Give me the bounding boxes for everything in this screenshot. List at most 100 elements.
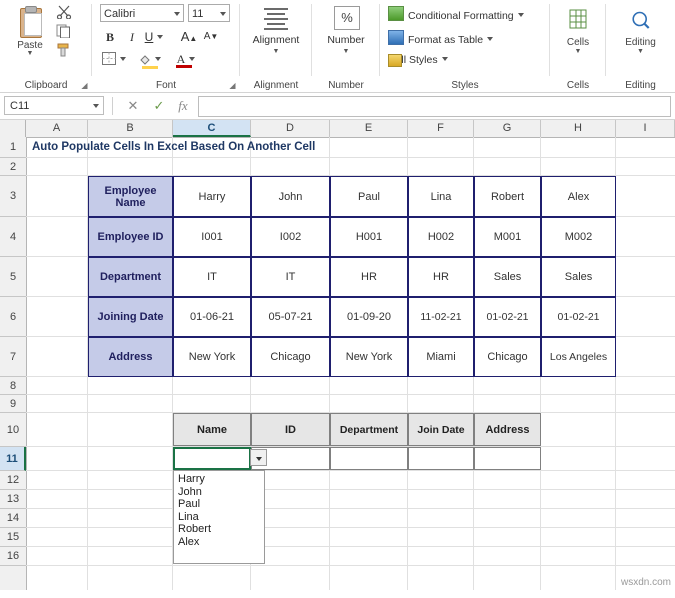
chevron-down-icon[interactable]: [517, 13, 524, 17]
column-header-F[interactable]: F: [408, 120, 474, 137]
paste-dropdown-caret[interactable]: ▼: [8, 50, 52, 57]
select-all-corner[interactable]: [0, 120, 26, 137]
dropdown-list[interactable]: Harry John Paul Lina Robert Alex: [173, 470, 265, 564]
chevron-down-icon[interactable]: [189, 57, 196, 61]
row-header-8[interactable]: 8: [0, 377, 26, 395]
formula-input[interactable]: [198, 96, 671, 117]
table1-cell-department-2[interactable]: IT: [251, 257, 330, 297]
row-header-12[interactable]: 12: [0, 471, 26, 490]
cell-styles-button[interactable]: Cell Styles: [388, 54, 448, 67]
alignment-dropdown-caret[interactable]: ▼: [240, 48, 312, 55]
row-header-7[interactable]: 7: [0, 337, 26, 377]
column-header-E[interactable]: E: [330, 120, 408, 137]
table1-cell-address-3[interactable]: New York: [330, 337, 408, 377]
percent-icon[interactable]: %: [334, 6, 360, 30]
font-dialog-launcher[interactable]: ◢: [228, 81, 237, 90]
cut-icon[interactable]: [56, 5, 72, 19]
chevron-down-icon[interactable]: [441, 57, 448, 61]
row-header-15[interactable]: 15: [0, 528, 26, 547]
grow-font-button[interactable]: A▲: [180, 28, 198, 48]
column-header-B[interactable]: B: [88, 120, 173, 137]
italic-button[interactable]: I: [122, 28, 142, 46]
borders-button[interactable]: [100, 50, 128, 68]
dropdown-item-2[interactable]: Paul: [178, 498, 264, 511]
table1-cell-joining-date-3[interactable]: 01-09-20: [330, 297, 408, 337]
chevron-down-icon[interactable]: [157, 35, 164, 39]
row-header-16[interactable]: 16: [0, 547, 26, 566]
table1-cell-joining-date-4[interactable]: 11-02-21: [408, 297, 474, 337]
insert-function-icon[interactable]: fx: [172, 97, 194, 115]
row-header-2[interactable]: 2: [0, 158, 26, 176]
font-color-button[interactable]: A: [172, 50, 200, 68]
underline-button[interactable]: U: [144, 28, 164, 46]
format-as-table-button[interactable]: Format as Table: [388, 30, 494, 46]
table1-cell-joining-date-2[interactable]: 05-07-21: [251, 297, 330, 337]
fill-color-button[interactable]: [136, 50, 164, 69]
name-box[interactable]: C11: [4, 96, 104, 115]
table1-cell-id-2[interactable]: I002: [251, 217, 330, 257]
table1-cell-name-4[interactable]: Lina: [408, 176, 474, 217]
font-size-combo[interactable]: 11: [188, 4, 230, 22]
table2-header-join-date[interactable]: Join Date: [408, 413, 474, 446]
table2-header-id[interactable]: ID: [251, 413, 330, 446]
bold-button[interactable]: B: [100, 28, 120, 46]
table1-cell-address-1[interactable]: New York: [173, 337, 251, 377]
dropdown-item-1[interactable]: John: [178, 486, 264, 499]
column-header-D[interactable]: D: [251, 120, 330, 137]
format-painter-icon[interactable]: [56, 43, 72, 57]
font-name-combo[interactable]: Calibri: [100, 4, 184, 22]
clipboard-dialog-launcher[interactable]: ◢: [80, 81, 89, 90]
dropdown-item-0[interactable]: Harry: [178, 473, 264, 486]
alignment-button-label[interactable]: Alignment: [240, 34, 312, 46]
table2-cell-join-date[interactable]: [408, 447, 474, 470]
table1-cell-name-1[interactable]: Harry: [173, 176, 251, 217]
table1-cell-name-5[interactable]: Robert: [474, 176, 541, 217]
column-header-I[interactable]: I: [616, 120, 675, 137]
table2-cell-address[interactable]: [474, 447, 541, 470]
shrink-font-button[interactable]: A▼: [202, 28, 220, 46]
table2-header-department[interactable]: Department: [330, 413, 408, 446]
column-header-G[interactable]: G: [474, 120, 541, 137]
chevron-down-icon[interactable]: [120, 57, 126, 61]
table1-cell-id-6[interactable]: M002: [541, 217, 616, 257]
table1-cell-name-6[interactable]: Alex: [541, 176, 616, 217]
table1-cell-id-4[interactable]: H002: [408, 217, 474, 257]
cancel-icon[interactable]: ✕: [122, 97, 144, 115]
chevron-down-icon[interactable]: [174, 12, 180, 16]
table1-cell-address-4[interactable]: Miami: [408, 337, 474, 377]
table2-header-address[interactable]: Address: [474, 413, 541, 446]
table1-cell-id-3[interactable]: H001: [330, 217, 408, 257]
copy-icon[interactable]: [56, 24, 72, 38]
table1-cell-department-3[interactable]: HR: [330, 257, 408, 297]
dropdown-item-4[interactable]: Robert: [178, 523, 264, 536]
table2-cell-name[interactable]: [173, 447, 251, 470]
editing-button[interactable]: Editing ▼: [625, 8, 656, 55]
dropdown-item-5[interactable]: Alex: [178, 536, 264, 549]
row-header-13[interactable]: 13: [0, 490, 26, 509]
cells-button[interactable]: Cells ▼: [563, 8, 593, 55]
chevron-down-icon[interactable]: [93, 104, 99, 108]
row-header-11[interactable]: 11: [0, 447, 26, 471]
table1-cell-department-4[interactable]: HR: [408, 257, 474, 297]
data-validation-dropdown-button[interactable]: [250, 449, 267, 466]
row-header-10[interactable]: 10: [0, 413, 26, 447]
table1-cell-address-2[interactable]: Chicago: [251, 337, 330, 377]
editing-dropdown-caret[interactable]: ▼: [625, 48, 656, 55]
table1-cell-id-1[interactable]: I001: [173, 217, 251, 257]
chevron-down-icon[interactable]: [487, 37, 494, 41]
paste-button[interactable]: Paste ▼: [8, 4, 52, 70]
table1-cell-department-1[interactable]: IT: [173, 257, 251, 297]
table1-cell-name-2[interactable]: John: [251, 176, 330, 217]
column-header-C[interactable]: C: [173, 120, 251, 137]
row-header-1[interactable]: 1: [0, 137, 26, 158]
table1-cell-address-6[interactable]: Los Angeles: [541, 337, 616, 377]
table2-cell-department[interactable]: [330, 447, 408, 470]
number-button-label[interactable]: Number: [312, 34, 380, 46]
row-header-9[interactable]: 9: [0, 395, 26, 413]
table1-cell-joining-date-5[interactable]: 01-02-21: [474, 297, 541, 337]
row-header-3[interactable]: 3: [0, 176, 26, 217]
table1-cell-department-6[interactable]: Sales: [541, 257, 616, 297]
table1-cell-department-5[interactable]: Sales: [474, 257, 541, 297]
column-header-A[interactable]: A: [26, 120, 88, 137]
conditional-formatting-button[interactable]: Conditional Formatting: [388, 6, 524, 22]
